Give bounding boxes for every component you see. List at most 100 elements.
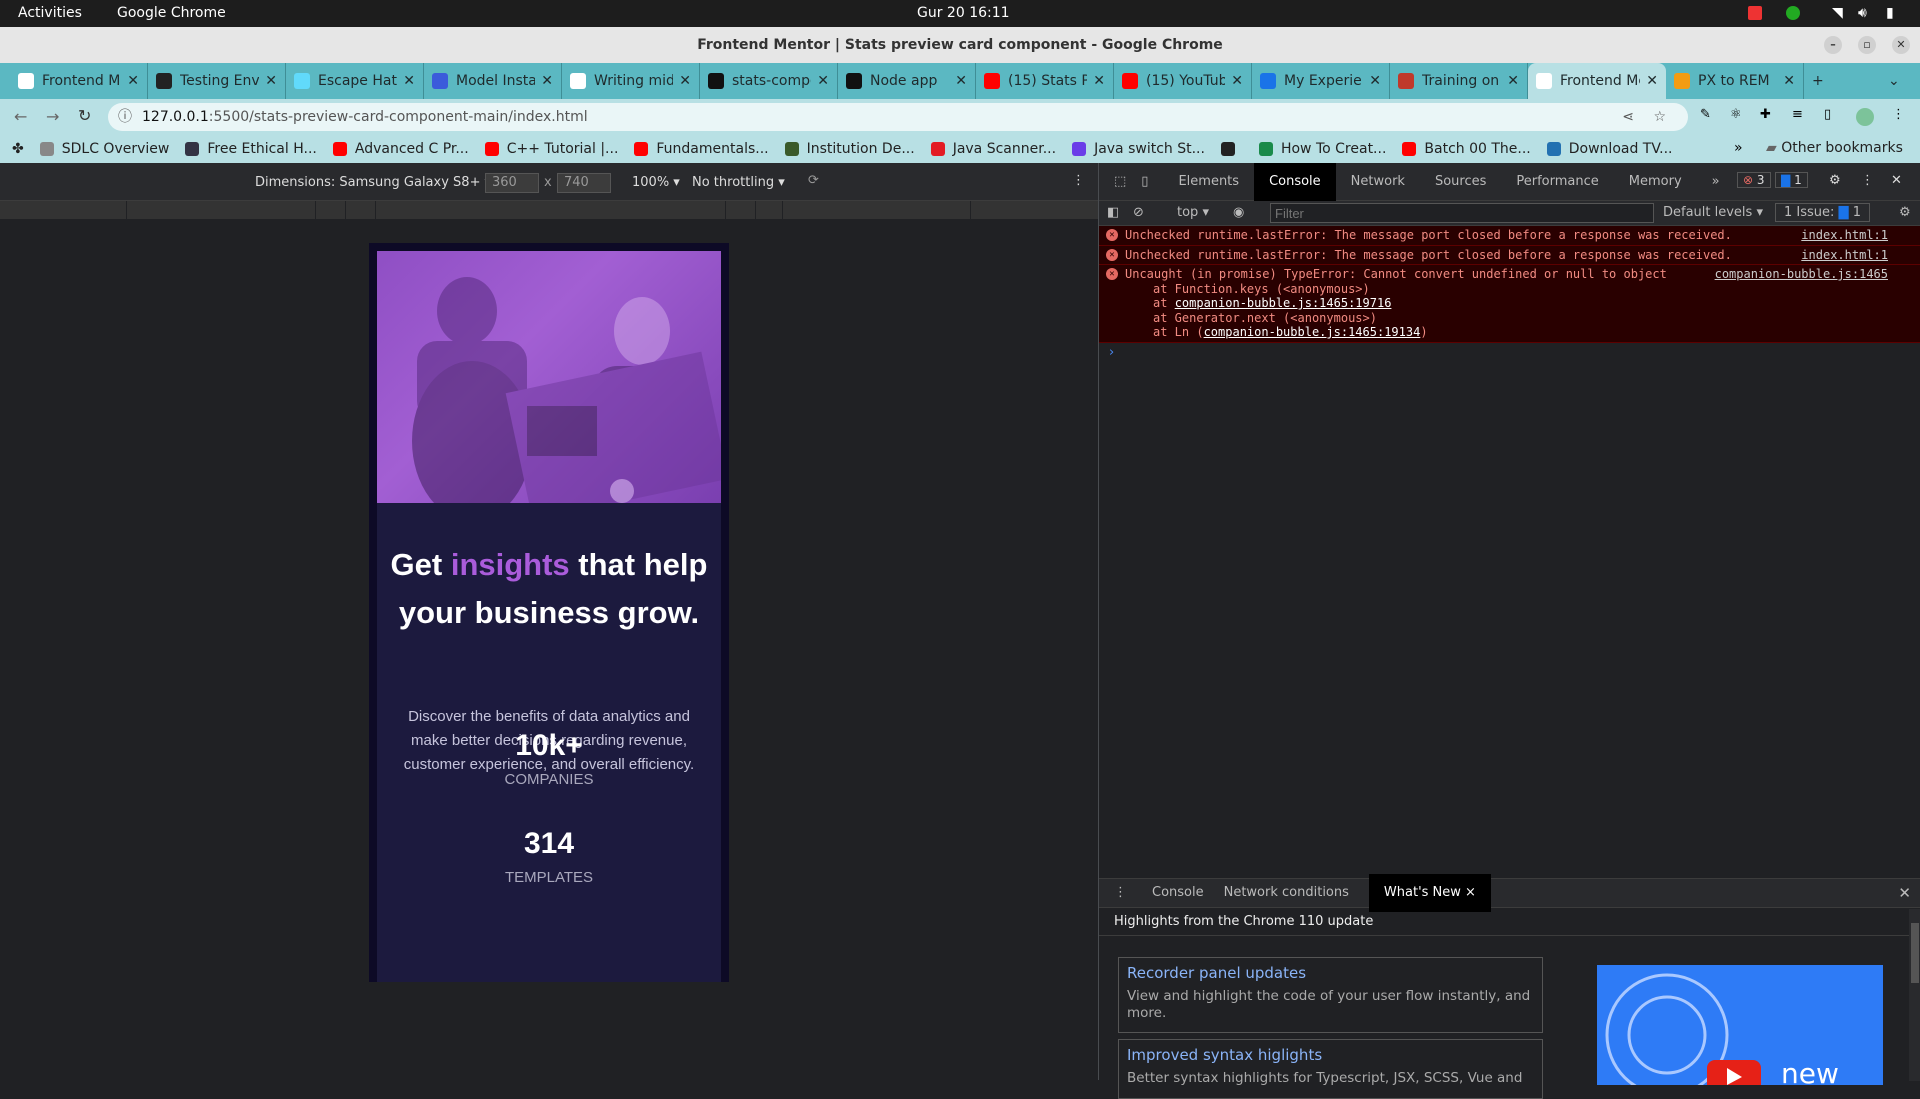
message-source-link[interactable]: index.html:1	[1801, 228, 1888, 243]
minimize-button[interactable]: –	[1824, 36, 1842, 54]
item-title[interactable]: Recorder panel updates	[1127, 964, 1534, 982]
browser-tab[interactable]: Testing Environment ✕	[148, 63, 286, 99]
message-source-link[interactable]: companion-bubble.js:1465	[1715, 267, 1888, 282]
item-title[interactable]: Improved syntax higlights	[1127, 1046, 1534, 1064]
close-tab-icon[interactable]: ✕	[541, 73, 553, 89]
drawer-tab-console[interactable]: Console	[1142, 874, 1214, 912]
clock[interactable]: Gur 20 16:11	[917, 5, 1010, 21]
devtools-tab-console[interactable]: Console	[1254, 162, 1336, 201]
close-tab-icon[interactable]: ✕	[679, 73, 691, 89]
browser-tab[interactable]: (15) YouTube ✕	[1114, 63, 1252, 99]
browser-tab[interactable]: PX to REM ✕	[1666, 63, 1804, 99]
stack-link[interactable]: companion-bubble.js:1465:19716	[1175, 296, 1392, 310]
app-menu[interactable]: Google Chrome	[117, 5, 226, 21]
message-source-link[interactable]: index.html:1	[1801, 248, 1888, 263]
drawer-scrollbar[interactable]	[1909, 909, 1920, 1081]
close-drawer-icon[interactable]: ✕	[1898, 884, 1911, 902]
width-input[interactable]: 360	[485, 173, 539, 193]
devtools-tab-elements[interactable]: Elements	[1163, 163, 1254, 201]
react-extension-icon[interactable]: ⚛	[1730, 107, 1742, 122]
device-dimensions-select[interactable]: Dimensions: Samsung Galaxy S8+ ▾	[255, 175, 491, 190]
bookmark-item[interactable]: SDLC Overview	[39, 141, 169, 157]
profile-avatar[interactable]	[1856, 108, 1874, 126]
share-icon[interactable]: ⋖	[1622, 103, 1634, 131]
device-more-icon[interactable]: ⋮	[1072, 173, 1085, 188]
bookmark-item[interactable]: Fundamentals...	[634, 141, 769, 157]
close-tab-icon[interactable]: ×	[1465, 885, 1476, 900]
console-settings-icon[interactable]: ⚙	[1899, 205, 1911, 220]
wifi-icon[interactable]: ◥	[1832, 5, 1843, 21]
console-prompt[interactable]: ›	[1099, 343, 1920, 362]
zoom-select[interactable]: 100% ▾	[632, 175, 680, 190]
height-input[interactable]: 740	[557, 173, 611, 193]
close-tab-icon[interactable]: ✕	[403, 73, 415, 89]
close-tab-icon[interactable]: ✕	[1646, 73, 1658, 89]
bookmark-item[interactable]: C++ Tutorial |...	[484, 141, 618, 157]
stack-link[interactable]: companion-bubble.js:1465:19134	[1204, 325, 1421, 339]
close-tab-icon[interactable]: ✕	[1507, 73, 1519, 89]
browser-tab[interactable]: Writing middleware ✕	[562, 63, 700, 99]
close-tab-icon[interactable]: ✕	[955, 73, 967, 89]
volume-icon[interactable]: 🔊︎	[1858, 5, 1867, 21]
battery-icon[interactable]: ▮	[1886, 5, 1894, 21]
bookmark-item[interactable]: Advanced C Pr...	[332, 141, 469, 157]
close-tab-icon[interactable]: ✕	[127, 73, 139, 89]
whats-new-item[interactable]: Recorder panel updates View and highligh…	[1118, 957, 1543, 1033]
apps-icon[interactable]: ✤	[12, 141, 24, 157]
reload-button[interactable]: ↻	[78, 106, 91, 125]
bookmark-item[interactable]: Batch 00 The...	[1402, 141, 1531, 157]
browser-tab[interactable]: stats-component ✕	[700, 63, 838, 99]
log-levels-select[interactable]: Default levels ▾	[1663, 205, 1763, 220]
devtools-tab-memory[interactable]: Memory	[1614, 163, 1697, 201]
drawer-tab-whats-new[interactable]: What's New ×	[1368, 874, 1491, 912]
errors-badge[interactable]: ⊗ 3	[1737, 172, 1771, 188]
drawer-menu-icon[interactable]: ⋮	[1099, 874, 1142, 912]
browser-tab[interactable]: My Experience ✕	[1252, 63, 1390, 99]
forward-button[interactable]: →	[46, 107, 59, 126]
live-expression-icon[interactable]: ◉	[1233, 205, 1244, 220]
close-tab-icon[interactable]: ✕	[1783, 73, 1795, 89]
tab-search-icon[interactable]: ⌄	[1880, 63, 1920, 99]
issues-badge[interactable]: ▇ 1	[1775, 172, 1808, 188]
browser-tab[interactable]: Node app ✕	[838, 63, 976, 99]
more-bookmarks-chevron[interactable]: »	[1734, 140, 1743, 156]
status-icon[interactable]	[1786, 6, 1800, 20]
bookmark-item[interactable]: Java Scanner...	[930, 141, 1056, 157]
close-tab-icon[interactable]: ✕	[817, 73, 829, 89]
bookmark-item[interactable]: Free Ethical H...	[185, 141, 317, 157]
devtools-tab-sources[interactable]: Sources	[1420, 163, 1501, 201]
sidebar-toggle-icon[interactable]: ◧	[1107, 205, 1119, 220]
issues-button[interactable]: 1 Issue: ▇ 1	[1775, 203, 1870, 222]
browser-tab[interactable]: (15) Stats Preview ✕	[976, 63, 1114, 99]
console-filter-input[interactable]	[1270, 203, 1654, 223]
devtools-menu-icon[interactable]: ⋮	[1861, 173, 1874, 188]
close-tab-icon[interactable]: ✕	[1093, 73, 1105, 89]
devtools-tab-performance[interactable]: Performance	[1501, 163, 1613, 201]
bookmark-item[interactable]: Download TV...	[1546, 141, 1672, 157]
chrome-menu-icon[interactable]: ⋮	[1892, 107, 1905, 122]
side-panel-icon[interactable]: ▯	[1824, 107, 1831, 122]
activities-button[interactable]: Activities	[18, 5, 82, 21]
media-query-bar[interactable]	[0, 201, 1098, 219]
whats-new-item[interactable]: Improved syntax higlights Better syntax …	[1118, 1039, 1543, 1099]
close-tab-icon[interactable]: ✕	[1369, 73, 1381, 89]
close-tab-icon[interactable]: ✕	[265, 73, 277, 89]
bookmark-item[interactable]: Java switch St...	[1072, 141, 1205, 157]
new-tab-button[interactable]: +	[1804, 63, 1844, 99]
bookmark-star-icon[interactable]: ☆	[1653, 103, 1666, 131]
record-icon[interactable]	[1748, 6, 1762, 20]
browser-tab[interactable]: Escape Hatches ✕	[286, 63, 424, 99]
bookmark-item[interactable]: How To Creat...	[1258, 141, 1386, 157]
bookmark-item[interactable]: Institution De...	[784, 141, 915, 157]
browser-tab[interactable]: Frontend Mentor ✕	[1528, 63, 1666, 99]
clear-console-icon[interactable]: ⊘	[1133, 205, 1144, 220]
maximize-button[interactable]: ▫	[1858, 36, 1876, 54]
close-devtools-icon[interactable]: ✕	[1891, 173, 1902, 188]
settings-icon[interactable]: ⚙	[1829, 173, 1841, 188]
drawer-tab-network-conditions[interactable]: Network conditions	[1214, 874, 1359, 912]
close-window-button[interactable]: ✕	[1892, 36, 1910, 54]
bookmark-item[interactable]	[1220, 142, 1243, 156]
address-bar[interactable]: ⓘ 127.0.0.1:5500/stats-preview-card-comp…	[108, 103, 1688, 131]
other-bookmarks[interactable]: ▰ Other bookmarks	[1766, 140, 1903, 156]
inspect-element-icon[interactable]: ⬚	[1099, 163, 1141, 201]
